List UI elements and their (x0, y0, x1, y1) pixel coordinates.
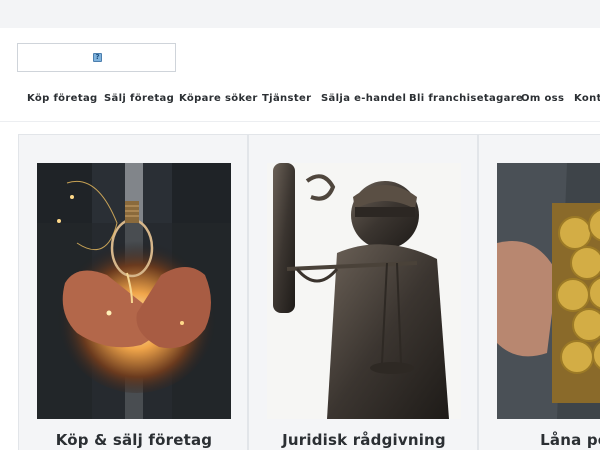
card-kop-salj-foretag[interactable]: Köp & sälj företag (18, 134, 248, 450)
main-navigation: Köp företag Sälj företag Köpare söker Tj… (0, 88, 600, 110)
nav-item-bli-franchisetagare[interactable]: Bli franchisetagare (409, 93, 523, 104)
nav-item-kopare-soker[interactable]: Köpare söker (179, 93, 258, 104)
nav-divider (0, 121, 600, 122)
card-title[interactable]: Juridisk rådgivning (249, 431, 479, 449)
nav-item-kontakt[interactable]: Kontakt (574, 93, 600, 104)
lightbulb-in-hands-photo[interactable] (37, 163, 231, 419)
nav-item-salja-e-handel[interactable]: Sälja e-handel (321, 93, 406, 104)
service-cards: Köp & sälj företag Juridisk rådgivning L… (18, 134, 600, 450)
nav-item-tjanster[interactable]: Tjänster (262, 93, 311, 104)
nav-item-kop-foretag[interactable]: Köp företag (27, 93, 98, 104)
top-bar (0, 0, 600, 28)
gold-coins-in-jacket-photo[interactable] (497, 163, 600, 419)
card-lana-pengar[interactable]: Låna pengar (478, 134, 600, 450)
card-juridisk-radgivning[interactable]: Juridisk rådgivning (248, 134, 478, 450)
broken-image-icon: ? (93, 53, 102, 62)
nav-item-om-oss[interactable]: Om oss (521, 93, 564, 104)
nav-item-salj-foretag[interactable]: Sälj företag (104, 93, 174, 104)
card-title[interactable]: Låna pengar (479, 431, 600, 449)
card-title[interactable]: Köp & sälj företag (19, 431, 249, 449)
site-logo-link[interactable]: ? (17, 43, 176, 72)
lady-justice-statue-photo[interactable] (267, 163, 461, 419)
